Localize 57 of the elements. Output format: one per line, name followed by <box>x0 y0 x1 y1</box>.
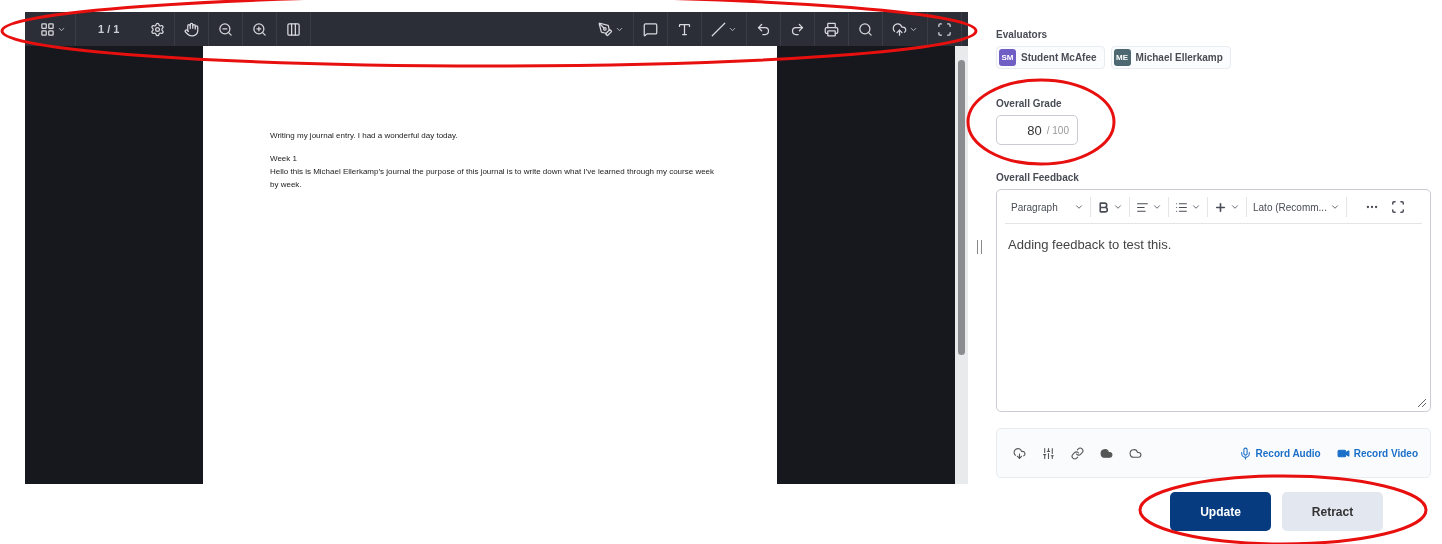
font-dropdown[interactable]: Lato (Recomm... <box>1247 197 1347 217</box>
evaluator-avatar: ME <box>1113 49 1131 66</box>
columns-icon <box>286 21 302 37</box>
cloud-upload-icon <box>892 21 907 37</box>
cloud-icon[interactable] <box>1129 446 1142 460</box>
bold-icon <box>1097 200 1110 214</box>
resize-grip-icon[interactable] <box>1418 399 1426 407</box>
text-icon <box>677 21 692 37</box>
update-button[interactable]: Update <box>1170 492 1271 531</box>
align-left-icon <box>1136 200 1149 214</box>
caret-icon <box>1074 202 1084 212</box>
settings-icon <box>150 21 166 37</box>
plus-icon <box>1214 200 1227 214</box>
caret-icon <box>1230 202 1240 212</box>
undo-icon <box>756 21 771 37</box>
printer-icon <box>824 21 839 37</box>
evaluator-name: Michael Ellerkamp <box>1135 52 1223 63</box>
feedback-editor[interactable]: Paragraph Lato (Recomm... Adding feedback to test this. <box>996 189 1431 412</box>
caret-icon <box>1152 202 1162 212</box>
scrollbar[interactable] <box>955 46 968 484</box>
record-audio-link[interactable]: Record Audio <box>1238 446 1321 460</box>
feedback-label: Overall Feedback <box>996 172 1080 183</box>
redo-icon <box>790 21 805 37</box>
line-icon <box>711 21 726 37</box>
grade-label: Overall Grade <box>996 98 1063 109</box>
grade-value: 80 <box>1027 122 1042 138</box>
grade-field[interactable]: 80 / 100 <box>996 115 1078 145</box>
fullscreen-icon <box>937 21 952 37</box>
search-icon <box>858 21 873 37</box>
evaluators-label: Evaluators <box>996 29 1049 40</box>
scrollbar-thumb[interactable] <box>958 60 965 355</box>
evaluator-avatar: SM <box>999 49 1016 66</box>
document-paragraph: Writing my journal entry. I had a wonderful day today. <box>270 130 459 142</box>
zoom-in-icon <box>252 21 268 37</box>
comment-icon <box>643 21 658 37</box>
caret-icon <box>1113 202 1123 212</box>
grade-maximum: / 100 <box>1046 124 1069 136</box>
hand-icon <box>184 21 200 37</box>
fullscreen-icon <box>1390 200 1405 214</box>
record-video-link[interactable]: Record Video <box>1336 446 1418 460</box>
caret-icon <box>1329 202 1340 212</box>
caret-icon <box>1191 202 1201 212</box>
list-icon <box>1175 200 1188 214</box>
block-format-dropdown[interactable]: Paragraph <box>1005 197 1091 217</box>
evaluator-name: Student McAfee <box>1021 52 1097 63</box>
retract-button[interactable]: Retract <box>1282 492 1383 531</box>
pen-icon <box>598 21 613 37</box>
cloud-icon[interactable] <box>1013 446 1026 460</box>
sliders-icon[interactable] <box>1042 446 1055 460</box>
document-paragraph: Week 1 Hello this is Michael Ellerkamp’s journal the purpose of this journal is to write down what I’ve learned through my course week by week. <box>270 153 716 191</box>
grid-icon <box>40 21 55 37</box>
zoom-out-icon <box>218 21 234 37</box>
page-indicator: 1 / 1 <box>97 23 121 35</box>
microphone-icon <box>1238 446 1252 460</box>
feedback-text: Adding feedback to test this. <box>1007 236 1173 254</box>
resize-handle[interactable] <box>977 240 982 254</box>
link-icon[interactable] <box>1071 446 1084 460</box>
